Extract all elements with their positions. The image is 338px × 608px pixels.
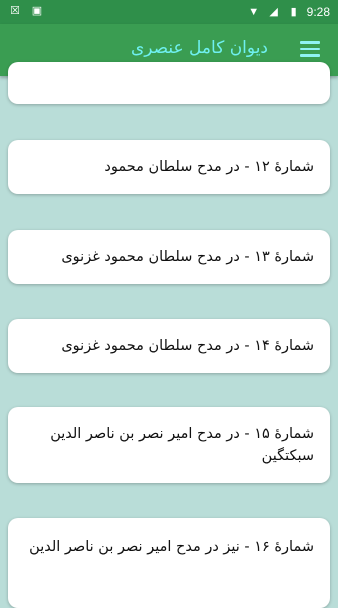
app-title: دیوان کامل عنصری — [130, 38, 268, 58]
list-item[interactable]: شمارهٔ ۱۵ - در مدح امیر نصر بن ناصر الدی… — [8, 407, 330, 483]
status-bar: ☒ ▣ ▼ ◢ ▮ 9:28 — [0, 0, 338, 24]
list-item-label: شمارهٔ ۱۵ - در مدح امیر نصر بن ناصر الدی… — [50, 426, 314, 464]
battery-icon: ▮ — [290, 6, 297, 18]
wifi-icon: ▼ — [248, 6, 260, 18]
list-item-label: شمارهٔ ۱۳ - در مدح سلطان محمود غزنوی — [61, 249, 314, 265]
list-item[interactable] — [8, 62, 330, 104]
list-item-label: شمارهٔ ۱۲ - در مدح سلطان محمود — [104, 159, 314, 175]
list-item-label: شمارهٔ ۱۶ - نیز در مدح امیر نصر بن ناصر … — [29, 539, 314, 555]
menu-icon[interactable] — [300, 41, 320, 57]
list-item[interactable]: شمارهٔ ۱۴ - در مدح سلطان محمود غزنوی — [8, 319, 330, 373]
close-box-icon: ☒ — [10, 5, 20, 17]
image-icon: ▣ — [31, 5, 43, 17]
list-item[interactable]: شمارهٔ ۱۶ - نیز در مدح امیر نصر بن ناصر … — [8, 518, 330, 608]
signal-icon: ◢ — [269, 6, 278, 18]
list-item[interactable]: شمارهٔ ۱۲ - در مدح سلطان محمود — [8, 140, 330, 194]
list-item[interactable]: شمارهٔ ۱۳ - در مدح سلطان محمود غزنوی — [8, 230, 330, 284]
list-item-label: شمارهٔ ۱۴ - در مدح سلطان محمود غزنوی — [61, 338, 314, 354]
status-time: 9:28 — [306, 5, 330, 19]
